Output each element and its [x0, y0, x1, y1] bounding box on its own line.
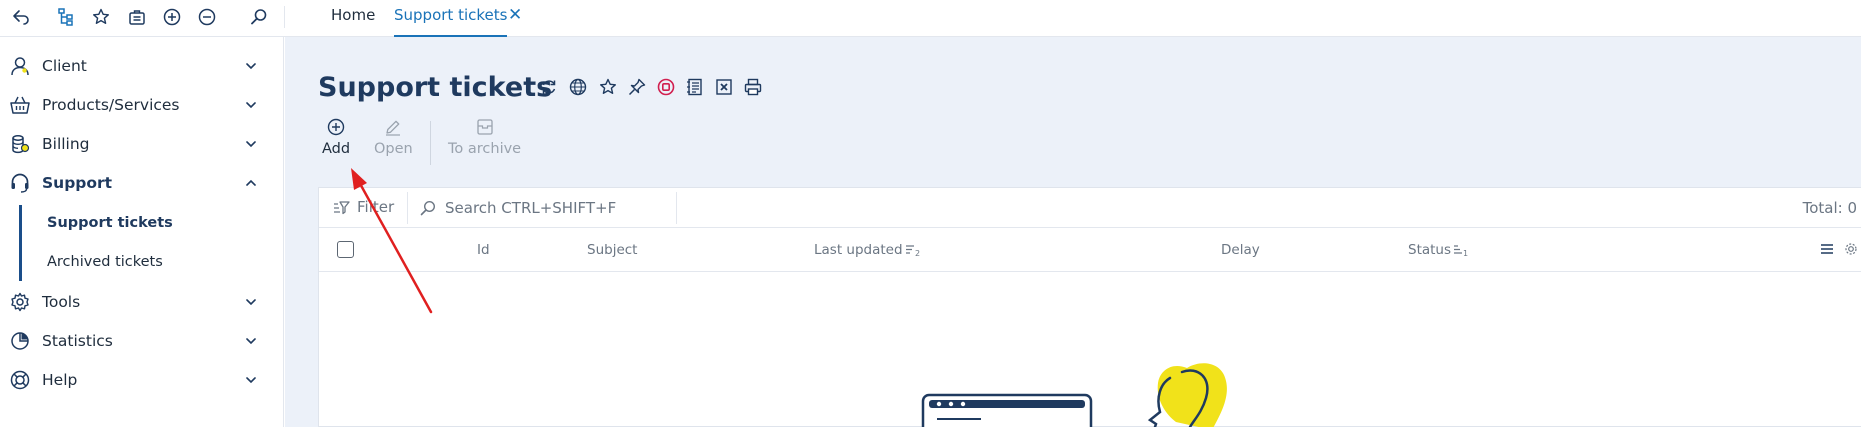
empty-state-graphic: [921, 363, 1227, 427]
